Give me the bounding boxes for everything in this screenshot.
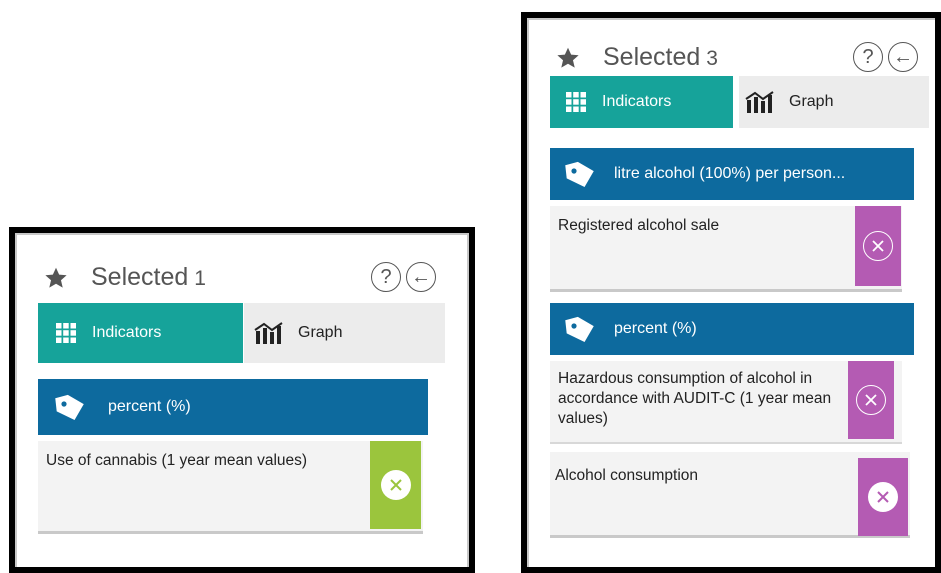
selected-panel-right: Selected 3 ? ← Indicators Graph litre al…	[521, 12, 941, 573]
list-item: Hazardous consumption of alcohol in acco…	[550, 361, 902, 444]
back-arrow-icon[interactable]: ←	[406, 262, 436, 292]
unit-header: percent (%)	[550, 303, 914, 355]
tab-indicators-label: Indicators	[602, 93, 672, 110]
indicator-label: Registered alcohol sale	[558, 217, 720, 234]
remove-x-icon	[863, 231, 893, 261]
grid-icon	[56, 323, 76, 343]
remove-button[interactable]	[370, 441, 421, 529]
back-arrow-icon[interactable]: ←	[888, 42, 918, 72]
indicator-label: Hazardous consumption of alcohol in acco…	[558, 370, 832, 427]
list-item: Use of cannabis (1 year mean values)	[38, 441, 423, 534]
remove-button[interactable]	[858, 458, 908, 536]
page-title: Selected 3	[603, 43, 718, 72]
list-item: Alcohol consumption	[550, 452, 910, 538]
bar-chart-icon	[254, 322, 283, 344]
star-icon[interactable]	[43, 265, 69, 291]
remove-x-icon	[856, 385, 886, 415]
selected-count: 1	[194, 267, 206, 290]
indicator-label: Use of cannabis (1 year mean values)	[46, 452, 308, 469]
page-title: Selected 1	[91, 263, 206, 292]
tab-indicators[interactable]: Indicators	[38, 303, 243, 363]
remove-x-icon	[868, 482, 898, 512]
help-circle-icon[interactable]: ?	[371, 262, 401, 292]
indicator-label: Alcohol consumption	[555, 467, 699, 484]
list-item: Registered alcohol sale	[550, 206, 902, 292]
tab-graph-label: Graph	[298, 324, 343, 341]
grid-icon	[566, 92, 586, 112]
panel-header: Selected 3	[555, 43, 718, 72]
selected-count: 3	[706, 47, 718, 70]
unit-header: percent (%)	[38, 379, 428, 435]
remove-button[interactable]	[855, 206, 901, 286]
remove-button[interactable]	[848, 361, 894, 439]
tab-graph[interactable]: Graph	[244, 303, 445, 363]
help-circle-icon[interactable]: ?	[853, 42, 883, 72]
tab-indicators[interactable]: Indicators	[550, 76, 733, 128]
star-icon[interactable]	[555, 45, 581, 71]
selected-panel-left: Selected 1 ? ← Indicators Graph percent …	[9, 227, 475, 573]
back-symbol: ←	[411, 265, 431, 288]
tab-indicators-label: Indicators	[92, 324, 162, 341]
title-text: Selected	[91, 263, 189, 291]
tag-icon	[565, 316, 594, 343]
unit-label: percent (%)	[108, 398, 191, 415]
unit-label: litre alcohol (100%) per person...	[614, 165, 846, 182]
help-symbol: ?	[380, 265, 392, 288]
tag-icon	[55, 394, 84, 421]
bar-chart-icon	[745, 91, 774, 113]
remove-x-icon	[380, 470, 411, 500]
panel-header: Selected 1	[43, 263, 206, 292]
tab-graph-label: Graph	[789, 93, 834, 110]
tab-graph[interactable]: Graph	[739, 76, 929, 128]
help-symbol: ?	[862, 45, 874, 68]
unit-label: percent (%)	[614, 320, 697, 337]
unit-header: litre alcohol (100%) per person...	[550, 148, 914, 200]
back-symbol: ←	[893, 45, 913, 68]
tag-icon	[565, 161, 594, 188]
title-text: Selected	[603, 43, 701, 71]
